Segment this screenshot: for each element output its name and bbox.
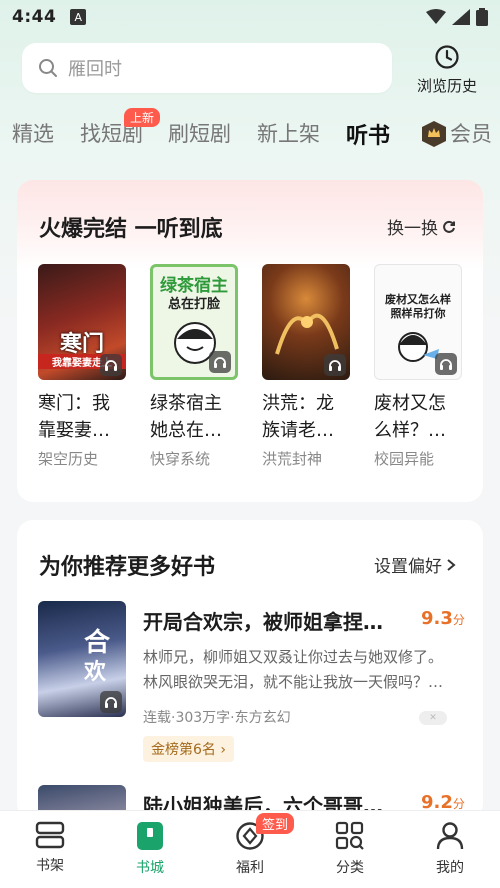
hot-section-title: 火爆完结 一听到底 bbox=[39, 217, 223, 242]
headphone-icon bbox=[209, 351, 231, 373]
rank-badge[interactable]: 金榜第6名 › bbox=[143, 736, 234, 762]
clock-icon bbox=[435, 45, 459, 69]
battery-icon bbox=[476, 8, 488, 26]
headphone-icon bbox=[100, 691, 122, 713]
cover-subtitle: 总在打脸 bbox=[167, 297, 220, 312]
bookstore-icon bbox=[137, 822, 163, 850]
refresh-label: 换一换 bbox=[387, 219, 438, 239]
tab-audiobook[interactable]: 听书 bbox=[346, 118, 390, 150]
nav-category[interactable]: 分类 bbox=[300, 811, 400, 888]
tab-featured[interactable]: 精选 bbox=[12, 118, 54, 148]
recommend-section-card: 为你推荐更多好书 设置偏好 合 欢 开局合欢宗，被师姐拿捏… 9.3分 林师兄，… bbox=[17, 520, 483, 820]
search-placeholder: 雁回时 bbox=[68, 59, 122, 80]
signal-icon bbox=[452, 9, 470, 25]
category-tabs: 精选 找短剧 上新 刷短剧 新上架 听书 会员 bbox=[0, 108, 500, 152]
headphone-icon bbox=[100, 354, 122, 376]
cover-illustration: 合 欢 bbox=[83, 627, 111, 685]
notification-icon: A bbox=[70, 9, 87, 25]
rec-book-title[interactable]: 开局合欢宗，被师姐拿捏… bbox=[143, 606, 413, 635]
status-time: 4:44 bbox=[12, 7, 57, 27]
hot-section-card: 火爆完结 一听到底 换一换 寒门 我靠娶妻走上 寒门：我靠娶妻… 架空历史 绿茶… bbox=[17, 180, 483, 502]
sign-in-badge: 签到 bbox=[256, 813, 295, 834]
svg-text:欢: 欢 bbox=[83, 659, 107, 685]
cover-subtitle: 照样吊打你 bbox=[390, 307, 446, 320]
book-cover: 废材又怎么样 照样吊打你 bbox=[374, 264, 462, 380]
recommend-section-title: 为你推荐更多好书 bbox=[39, 555, 216, 580]
book-card[interactable]: 绿茶宿主 总在打脸 绿茶宿主她总在… 快穿系统 bbox=[150, 264, 238, 469]
book-cover bbox=[262, 264, 350, 380]
book-cover: 寒门 我靠娶妻走上 bbox=[38, 264, 126, 380]
search-icon bbox=[39, 59, 57, 77]
wifi-icon bbox=[426, 9, 446, 24]
preference-button[interactable]: 设置偏好 bbox=[374, 552, 456, 577]
svg-text:合: 合 bbox=[84, 627, 111, 658]
bottom-nav: 书架 书城 签到 福利 分类 我的 bbox=[0, 810, 500, 888]
bookshelf-icon bbox=[35, 821, 65, 849]
rec-book-meta: 连载·303万字·东方玄幻 bbox=[143, 710, 291, 726]
status-bar: 4:44 A bbox=[0, 0, 500, 34]
refresh-icon bbox=[443, 220, 455, 233]
book-card[interactable]: 洪荒：龙族请老… 洪荒封神 bbox=[262, 264, 350, 469]
nav-bookshelf[interactable]: 书架 bbox=[0, 811, 100, 888]
rec-book-cover[interactable]: 合 欢 bbox=[38, 601, 126, 717]
status-icons bbox=[426, 8, 488, 26]
vip-crown-icon bbox=[422, 121, 446, 147]
nav-label: 书城 bbox=[136, 860, 164, 876]
nav-welfare[interactable]: 签到 福利 bbox=[200, 811, 300, 888]
tab-new-arrivals[interactable]: 新上架 bbox=[257, 118, 320, 148]
profile-icon bbox=[436, 822, 464, 850]
history-label: 浏览历史 bbox=[416, 77, 477, 95]
headphone-icon bbox=[435, 353, 457, 375]
book-title: 洪荒：龙族请老… bbox=[262, 393, 334, 441]
book-tag: 快穿系统 bbox=[150, 450, 211, 468]
search-input[interactable]: 雁回时 bbox=[22, 43, 392, 93]
book-tag: 架空历史 bbox=[38, 450, 99, 468]
nav-label: 书架 bbox=[36, 858, 64, 874]
nav-label: 我的 bbox=[436, 860, 464, 876]
nav-label: 福利 bbox=[236, 860, 264, 876]
rec-book-desc: 林师兄，柳师姐又双叒让你过去与她双修了。林风眼欲哭无泪，就不能让我放一天假吗？… bbox=[143, 648, 444, 691]
headphone-icon bbox=[324, 354, 346, 376]
book-cover: 绿茶宿主 总在打脸 bbox=[150, 264, 238, 380]
dismiss-button[interactable]: ✕ bbox=[419, 711, 447, 725]
book-title: 寒门：我靠娶妻… bbox=[38, 393, 110, 441]
nav-label: 分类 bbox=[336, 860, 364, 876]
nav-bookstore[interactable]: 书城 bbox=[100, 811, 200, 888]
preference-label: 设置偏好 bbox=[374, 557, 442, 577]
book-card[interactable]: 寒门 我靠娶妻走上 寒门：我靠娶妻… 架空历史 bbox=[38, 264, 126, 469]
refresh-button[interactable]: 换一换 bbox=[387, 214, 456, 239]
tab-vip[interactable]: 会员 bbox=[450, 118, 492, 148]
book-card[interactable]: 废材又怎么样 照样吊打你 废材又怎么样？… 校园异能 bbox=[374, 264, 462, 469]
rec-book-score: 9.3分 bbox=[421, 608, 465, 629]
book-title: 废材又怎么样？… bbox=[374, 393, 446, 441]
book-tag: 校园异能 bbox=[374, 450, 435, 468]
category-icon bbox=[335, 821, 364, 850]
history-button[interactable]: 浏览历史 bbox=[404, 44, 490, 96]
new-badge: 上新 bbox=[124, 108, 161, 127]
book-tag: 洪荒封神 bbox=[262, 450, 323, 468]
nav-profile[interactable]: 我的 bbox=[400, 811, 500, 888]
chevron-right-icon bbox=[447, 558, 456, 571]
book-title: 绿茶宿主她总在… bbox=[150, 393, 222, 441]
tab-watch-drama[interactable]: 刷短剧 bbox=[168, 118, 231, 148]
